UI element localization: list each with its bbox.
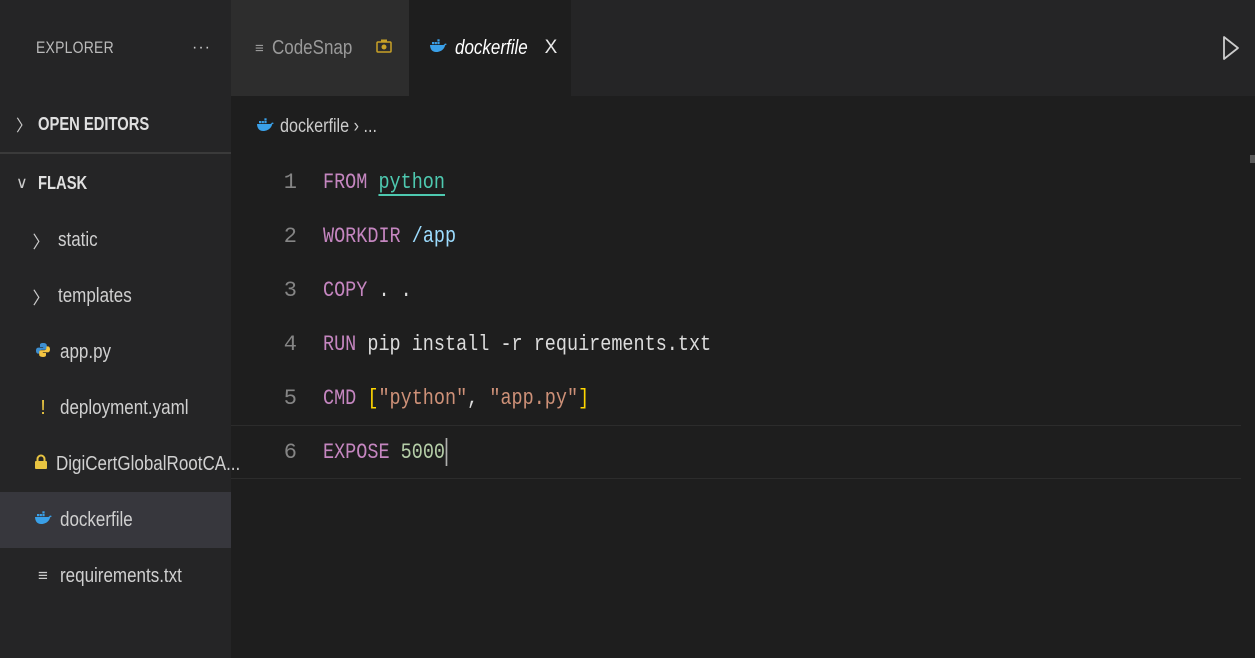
breadcrumb-file-label: dockerfile [280, 116, 350, 137]
code-token: , [467, 385, 490, 411]
docker-icon [429, 39, 447, 57]
text-file-icon: ≡ [38, 566, 48, 585]
camera-icon [376, 38, 393, 58]
code-text: RUN pip install -r requirements.txt [323, 332, 711, 357]
code-line[interactable]: 4 RUN pip install -r requirements.txt [231, 317, 1241, 371]
code-text: EXPOSE 5000 [323, 438, 448, 466]
tree-item-label: requirements.txt [60, 564, 182, 587]
tab-dockerfile[interactable]: dockerfile X [409, 0, 571, 96]
code-line[interactable]: 2 WORKDIR /app [231, 209, 1241, 263]
yaml-exclamation-icon: ! [40, 396, 46, 419]
text-cursor [445, 438, 448, 466]
tree-item-label: static [58, 228, 98, 251]
code-text: FROM python [323, 170, 445, 195]
tab-label: CodeSnap [271, 36, 353, 59]
code-text: CMD ["python", "app.py"] [323, 386, 589, 411]
tree-item-deployment-yaml[interactable]: ! deployment.yaml [0, 380, 231, 436]
line-number: 1 [283, 169, 297, 195]
code-token: COPY [323, 277, 379, 303]
line-number: 5 [283, 385, 297, 411]
lines-icon: ≡ [255, 39, 264, 57]
line-number: 3 [283, 277, 297, 303]
docker-icon [34, 510, 52, 530]
code-token: RUN [323, 331, 368, 357]
code-token: "python" [378, 385, 468, 411]
code-token: FROM [323, 169, 379, 195]
line-number: 2 [283, 223, 297, 249]
tree-item-digicert[interactable]: DigiCertGlobalRootCA... [0, 436, 240, 492]
explorer-header: EXPLORER ··· [0, 0, 231, 96]
code-line[interactable]: 5 CMD ["python", "app.py"] [231, 371, 1241, 425]
code-token: ] [578, 385, 590, 411]
tab-codesnap[interactable]: ≡ CodeSnap [231, 0, 409, 96]
flask-folder-label: FLASK [38, 172, 88, 193]
explorer-sidebar: EXPLORER ··· 〉 OPEN EDITORS ∨ FLASK 〉 st… [0, 0, 240, 658]
code-token: /app [411, 223, 457, 249]
tree-item-dockerfile[interactable]: dockerfile [0, 492, 231, 548]
code-token: EXPOSE [323, 439, 401, 465]
code-token: python [378, 169, 445, 195]
code-token: 5000 [400, 439, 445, 465]
chevron-right-icon: 〉 [16, 118, 33, 135]
code-line[interactable]: 6 EXPOSE 5000 [231, 425, 1241, 479]
tree-item-templates[interactable]: 〉 templates [0, 268, 231, 324]
tree-item-label: templates [58, 284, 132, 307]
open-editors-label: OPEN EDITORS [38, 113, 150, 134]
tree-item-app-py[interactable]: app.py [0, 324, 231, 380]
python-file-icon [34, 342, 52, 363]
tree-item-requirements[interactable]: ≡ requirements.txt [0, 548, 231, 604]
code-line[interactable]: 1 FROM python [231, 155, 1241, 209]
breadcrumb: dockerfile › ... [256, 112, 394, 142]
code-token: "app.py" [489, 385, 579, 411]
tree-item-static[interactable]: 〉 static [0, 212, 231, 268]
code-text: WORKDIR /app [323, 224, 456, 249]
code-editor[interactable]: 1 FROM python 2 WORKDIR /app 3 COPY . . 4 RUN p… [231, 155, 1255, 658]
code-token: [ [367, 385, 379, 411]
close-icon[interactable]: X [545, 37, 558, 59]
flask-folder-section[interactable]: ∨ FLASK [0, 154, 231, 212]
chevron-right-icon: 〉 [32, 232, 50, 252]
line-number: 6 [283, 439, 297, 465]
code-text: COPY . . [323, 278, 412, 303]
more-actions-icon[interactable]: ··· [192, 39, 211, 57]
tree-item-label: deployment.yaml [60, 396, 189, 419]
code-token: WORKDIR [323, 223, 412, 249]
code-token: . . [378, 277, 412, 303]
tab-label: dockerfile [455, 36, 528, 59]
code-token: pip install -r requirements.txt [367, 331, 712, 357]
editor-tab-bar: ≡ CodeSnap dockerfile X [231, 0, 1255, 96]
code-line[interactable]: 3 COPY . . [231, 263, 1241, 317]
docker-icon [256, 118, 274, 136]
breadcrumb-rest: › ... [353, 116, 377, 137]
explorer-title: EXPLORER [36, 38, 114, 57]
tree-item-label: DigiCertGlobalRootCA... [56, 452, 241, 475]
lock-icon [34, 454, 48, 475]
open-editors-section[interactable]: 〉 OPEN EDITORS [0, 96, 231, 154]
tree-item-label: app.py [60, 340, 112, 363]
code-token: CMD [323, 385, 368, 411]
breadcrumb-file[interactable]: dockerfile › ... [280, 116, 377, 138]
chevron-down-icon: ∨ [16, 175, 28, 192]
run-icon[interactable] [1221, 34, 1241, 62]
tree-item-label: dockerfile [60, 508, 133, 531]
chevron-right-icon: 〉 [32, 288, 50, 308]
line-number: 4 [283, 331, 297, 357]
